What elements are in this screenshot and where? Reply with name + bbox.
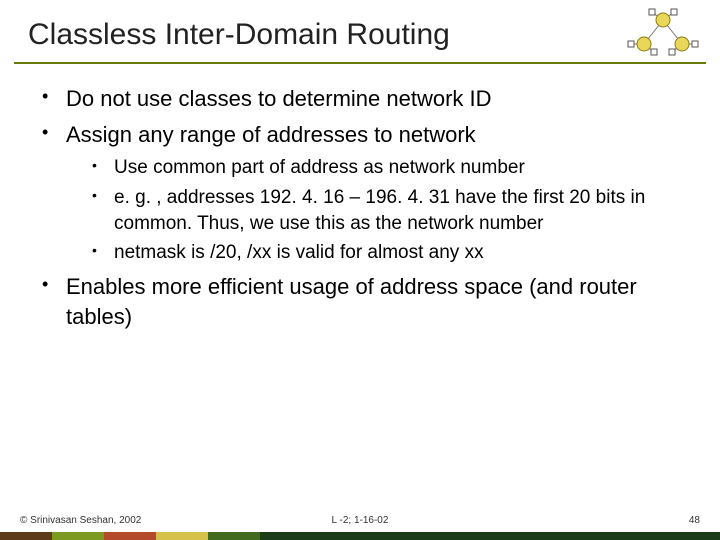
bullet-text: Assign any range of addresses to network [66,122,476,147]
lecture-code: L -2; 1-16-02 [0,515,720,526]
bullet-text: Use common part of address as network nu… [114,157,525,178]
title-rule [14,62,706,64]
bullet: Enables more efficient usage of address … [36,272,682,331]
bullet-text: netmask is /20, /xx is valid for almost … [114,242,484,263]
bullet: Do not use classes to determine network … [36,84,682,114]
bullet-text: e. g. , addresses 192. 4. 16 – 196. 4. 3… [114,187,645,234]
page-number: 48 [689,515,700,526]
slide-body: Do not use classes to determine network … [36,84,682,337]
bullet-text: Do not use classes to determine network … [66,86,492,111]
bullet-text: Enables more efficient usage of address … [66,274,637,329]
sub-bullet: netmask is /20, /xx is valid for almost … [66,240,682,266]
slide: Classless Inter-Domain Routing [0,0,720,540]
sub-bullet: e. g. , addresses 192. 4. 16 – 196. 4. 3… [66,185,682,236]
bullet: Assign any range of addresses to network… [36,120,682,266]
sub-bullet: Use common part of address as network nu… [66,155,682,181]
slide-title: Classless Inter-Domain Routing [28,18,450,52]
footer-stripe [0,532,720,540]
network-topology-icon [624,8,702,56]
